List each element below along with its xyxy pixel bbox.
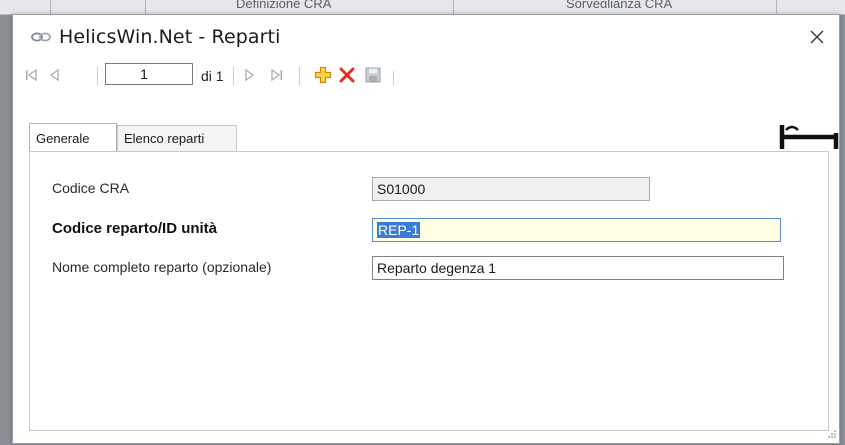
bg-separator <box>776 0 777 14</box>
resize-grip-icon[interactable] <box>825 429 837 441</box>
codice-reparto-selected-text: REP-1 <box>377 222 421 238</box>
nome-reparto-field[interactable]: Reparto degenza 1 <box>372 256 784 280</box>
codice-reparto-field[interactable]: REP-1 <box>372 218 781 242</box>
codice-cra-field[interactable]: S01000 <box>372 177 650 201</box>
toolbar-separator <box>393 71 394 85</box>
tab-generale[interactable]: Generale <box>29 123 117 151</box>
delete-icon[interactable] <box>337 65 357 85</box>
reparti-dialog: HelicsWin.Net - Reparti di 1 <box>12 14 840 444</box>
toolbar-separator <box>233 67 234 85</box>
title-bar[interactable]: HelicsWin.Net - Reparti <box>13 15 839 59</box>
first-record-icon[interactable] <box>21 65 41 85</box>
add-icon[interactable] <box>313 65 333 85</box>
background-app-header: Definizione CRA Sorveglianza CRA <box>0 0 845 15</box>
navigation-toolbar: di 1 <box>13 61 839 91</box>
codice-reparto-label: Codice reparto/ID unità <box>52 220 218 237</box>
save-icon[interactable] <box>363 65 383 85</box>
close-icon[interactable] <box>805 25 829 49</box>
nome-reparto-label: Nome completo reparto (opzionale) <box>52 259 272 275</box>
link-icon <box>31 32 51 42</box>
bg-tab-definizione: Definizione CRA <box>236 0 332 8</box>
next-record-icon[interactable] <box>239 65 259 85</box>
record-count-label: di 1 <box>201 68 224 84</box>
toolbar-separator <box>97 67 98 85</box>
codice-cra-label: Codice CRA <box>52 180 130 196</box>
record-position-input[interactable] <box>105 63 193 85</box>
bg-separator <box>453 0 454 14</box>
bg-separator <box>145 0 146 14</box>
last-record-icon[interactable] <box>267 65 287 85</box>
bg-tab-sorveglianza: Sorveglianza CRA <box>566 0 673 8</box>
previous-record-icon[interactable] <box>45 65 65 85</box>
window-title: HelicsWin.Net - Reparti <box>59 26 281 48</box>
bg-separator <box>50 0 51 14</box>
toolbar-separator <box>299 67 300 85</box>
general-panel: Codice CRA S01000 Codice reparto/ID unit… <box>29 151 829 431</box>
tab-elenco-reparti[interactable]: Elenco reparti <box>117 125 237 151</box>
